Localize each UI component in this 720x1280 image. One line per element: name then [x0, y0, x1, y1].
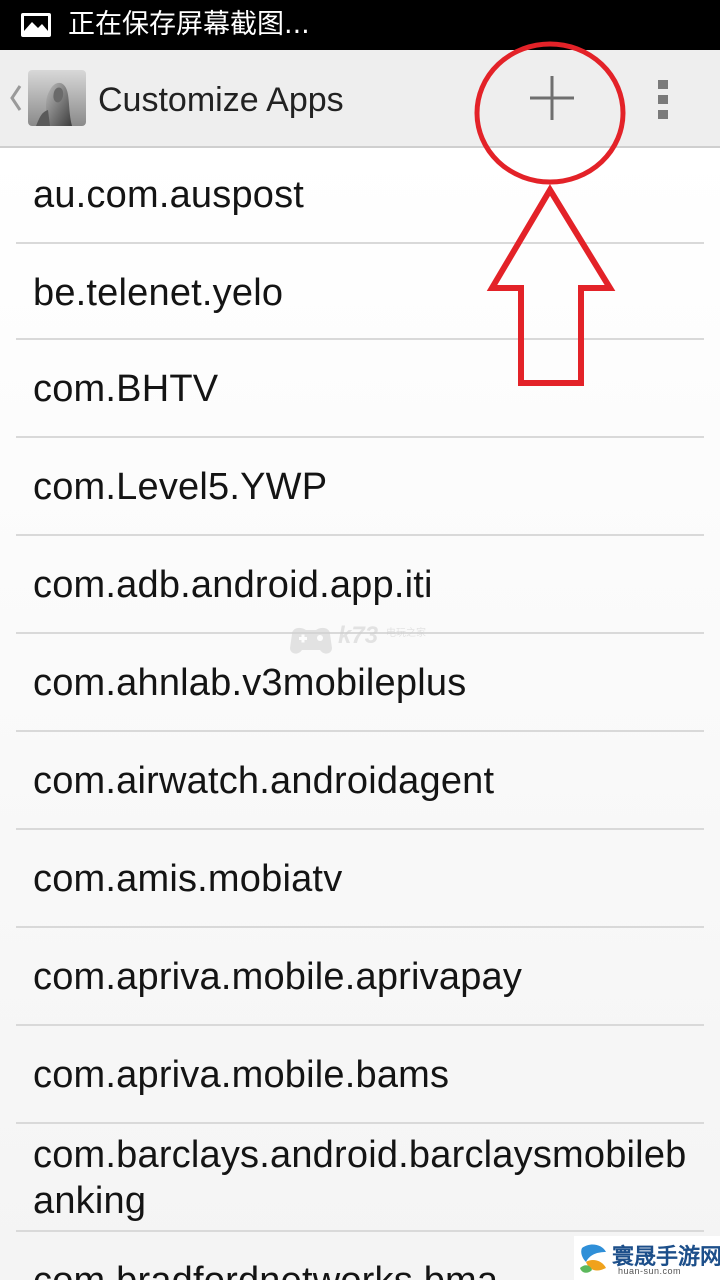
- watermark-text: k73: [338, 622, 379, 649]
- chevron-left-icon[interactable]: [6, 80, 24, 116]
- list-item[interactable]: com.apriva.mobile.aprivapay: [16, 930, 704, 1026]
- action-bar: Customize Apps: [0, 50, 720, 148]
- list-item[interactable]: au.com.auspost: [16, 148, 704, 244]
- list-item-label: com.apriva.mobile.bams: [33, 1054, 450, 1096]
- k73-watermark: k73 电玩之家: [286, 620, 446, 660]
- app-logo-icon[interactable]: [28, 70, 86, 126]
- status-bar: 正在保存屏幕截图...: [0, 0, 720, 50]
- list-item-label: com.BHTV: [33, 368, 219, 410]
- list-item-label: com.Level5.YWP: [33, 466, 328, 508]
- overflow-menu-icon: [658, 80, 668, 119]
- list-item[interactable]: com.Level5.YWP: [16, 440, 704, 536]
- list-item-label: com.barclays.android.barclaysmobilebanki…: [33, 1134, 687, 1222]
- list-item[interactable]: com.apriva.mobile.bams: [16, 1028, 704, 1124]
- corner-watermark: 寰晟手游网 huan-sun.com: [574, 1236, 720, 1280]
- status-notification-text: 正在保存屏幕截图...: [68, 9, 310, 40]
- list-item[interactable]: be.telenet.yelo: [16, 244, 704, 340]
- list-item-label: com.adb.android.app.iti: [33, 564, 433, 606]
- app-list: au.com.auspost be.telenet.yelo com.BHTV …: [0, 148, 720, 1280]
- list-item[interactable]: com.amis.mobiatv: [16, 832, 704, 928]
- list-item-label: au.com.auspost: [33, 174, 305, 216]
- page-title: Customize Apps: [98, 81, 344, 119]
- plus-icon: [530, 76, 574, 120]
- list-item[interactable]: com.BHTV: [16, 342, 704, 438]
- image-icon: [21, 13, 51, 37]
- list-item-label: com.amis.mobiatv: [33, 858, 343, 900]
- watermark-subtext: 电玩之家: [386, 628, 426, 639]
- add-app-button[interactable]: [514, 70, 590, 126]
- gamepad-icon: [290, 627, 332, 654]
- watermark-url: huan-sun.com: [618, 1266, 682, 1276]
- list-item[interactable]: com.airwatch.androidagent: [16, 734, 704, 830]
- list-item[interactable]: com.barclays.android.barclaysmobilebanki…: [16, 1126, 704, 1232]
- list-item-label: be.telenet.yelo: [33, 272, 284, 314]
- list-item-label: com.apriva.mobile.aprivapay: [33, 956, 523, 998]
- list-item-label: com.ahnlab.v3mobileplus: [33, 662, 467, 704]
- list-item-label: com.airwatch.androidagent: [33, 760, 495, 802]
- leaf-logo-icon: [580, 1244, 606, 1273]
- overflow-menu-button[interactable]: [640, 70, 690, 126]
